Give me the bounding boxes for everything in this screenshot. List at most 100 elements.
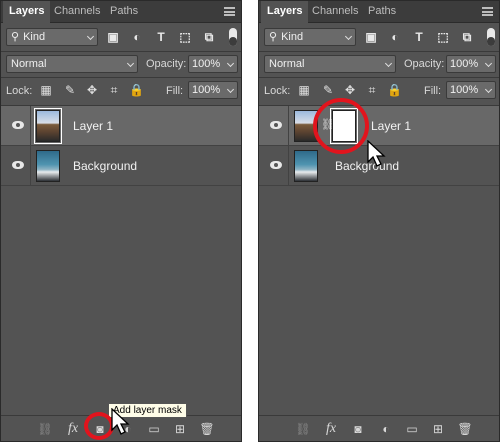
type-layer-filter-icon[interactable]: T (412, 30, 426, 44)
visibility-toggle[interactable] (1, 146, 31, 186)
filter-toggle-icon[interactable] (487, 28, 495, 46)
group-folder-icon[interactable]: ▭ (146, 421, 162, 437)
new-layer-icon[interactable]: ⊞ (430, 421, 446, 437)
divider (1, 77, 241, 78)
link-layers-icon[interactable]: ⛓ (295, 421, 311, 437)
search-icon: ⚲ (11, 31, 20, 43)
chevron-down-icon (484, 85, 493, 94)
adjustment-icon[interactable]: ◐ (378, 421, 394, 437)
lock-artboard-icon[interactable]: ⌗ (107, 83, 121, 97)
kind-label: Kind (281, 31, 304, 43)
visibility-toggle[interactable] (1, 106, 31, 146)
panel-tab-bar: Layers Channels Paths (259, 1, 499, 24)
fill-label: Fill: (166, 85, 184, 97)
lock-label: Lock: (6, 85, 33, 97)
chevron-down-icon (226, 85, 235, 94)
lock-position-icon[interactable]: ✥ (85, 83, 99, 97)
fx-icon[interactable]: fx (65, 421, 81, 437)
divider (1, 51, 241, 52)
smart-object-filter-icon[interactable]: ⧉ (460, 30, 474, 44)
panel-menu-icon[interactable] (224, 7, 235, 16)
fill-field[interactable]: 100% (446, 81, 496, 99)
opacity-value: 100% (192, 58, 221, 70)
link-layers-icon[interactable]: ⛓ (37, 421, 53, 437)
fill-field[interactable]: 100% (188, 81, 238, 99)
blend-row: Normal Opacity: 100% (1, 53, 241, 75)
filter-row: ⚲ Kind ▣ ◐ T ⬚ ⧉ (259, 25, 499, 49)
tab-paths[interactable]: Paths (104, 1, 144, 23)
blend-row: Normal Opacity: 100% (259, 53, 499, 75)
panel-menu-icon[interactable] (482, 7, 493, 16)
chevron-down-icon (126, 59, 135, 68)
eye-icon (12, 121, 24, 129)
filter-toggle-icon[interactable] (229, 28, 237, 46)
blend-mode-select[interactable]: Normal (6, 55, 138, 73)
chevron-down-icon (344, 32, 353, 41)
trash-icon[interactable]: 🗑 (457, 421, 473, 437)
chevron-down-icon (384, 59, 393, 68)
group-folder-icon[interactable]: ▭ (404, 421, 420, 437)
lock-image-pixels-icon[interactable]: ✎ (321, 83, 335, 97)
lock-transparent-pixels-icon[interactable]: ▦ (39, 83, 53, 97)
tab-channels[interactable]: Channels (48, 1, 106, 23)
lock-all-icon[interactable]: 🔒 (129, 83, 144, 97)
adjustment-layer-filter-icon[interactable]: ◐ (388, 30, 402, 44)
opacity-label: Opacity: (146, 58, 187, 70)
layer-name: Layer 1 (73, 119, 114, 133)
eye-icon (12, 161, 24, 169)
layer-name: Layer 1 (371, 119, 412, 133)
type-layer-filter-icon[interactable]: T (154, 30, 168, 44)
lock-image-pixels-icon[interactable]: ✎ (63, 83, 77, 97)
panel-tab-bar: Layers Channels Paths (1, 1, 241, 24)
opacity-field[interactable]: 100% (188, 55, 238, 73)
tab-channels[interactable]: Channels (306, 1, 364, 23)
opacity-label: Opacity: (404, 58, 445, 70)
chevron-down-icon (484, 59, 493, 68)
lock-position-icon[interactable]: ✥ (343, 83, 357, 97)
tab-layers[interactable]: Layers (3, 1, 51, 24)
opacity-field[interactable]: 100% (446, 55, 496, 73)
mouse-pointer-icon (367, 140, 386, 167)
fx-icon[interactable]: fx (323, 421, 339, 437)
filter-row: ⚲ Kind ▣ ◐ T ⬚ ⧉ (1, 25, 241, 49)
blend-mode-value: Normal (269, 58, 305, 70)
kind-filter-select[interactable]: ⚲ Kind (6, 28, 98, 46)
highlight-circle (313, 98, 369, 154)
layer-row-background[interactable]: Background (1, 146, 241, 186)
layer-thumbnail (36, 150, 60, 182)
kind-filter-select[interactable]: ⚲ Kind (264, 28, 356, 46)
fill-value: 100% (192, 84, 221, 96)
lock-row: Lock: ▦ ✎ ✥ ⌗ 🔒 Fill: 100% (1, 81, 241, 101)
visibility-toggle[interactable] (259, 106, 289, 146)
smart-object-filter-icon[interactable]: ⧉ (202, 30, 216, 44)
kind-label: Kind (23, 31, 46, 43)
eye-icon (270, 161, 282, 169)
layer-name: Background (73, 159, 138, 173)
fill-value: 100% (450, 84, 479, 96)
lock-all-icon[interactable]: 🔒 (387, 83, 402, 97)
tab-paths[interactable]: Paths (362, 1, 402, 23)
lock-artboard-icon[interactable]: ⌗ (365, 83, 379, 97)
layers-panel-after: Layers Channels Paths ⚲ Kind ▣ ◐ T ⬚ ⧉ No… (258, 0, 500, 442)
divider (259, 77, 499, 78)
layer-row-layer-1[interactable]: Layer 1 (1, 106, 241, 146)
eye-icon (270, 121, 282, 129)
layer-thumbnail (34, 108, 62, 144)
lock-row: Lock: ▦ ✎ ✥ ⌗ 🔒 Fill: 100% (259, 81, 499, 101)
blend-mode-select[interactable]: Normal (264, 55, 396, 73)
opacity-value: 100% (450, 58, 479, 70)
shape-layer-filter-icon[interactable]: ⬚ (178, 30, 192, 44)
visibility-toggle[interactable] (259, 146, 289, 186)
shape-layer-filter-icon[interactable]: ⬚ (436, 30, 450, 44)
trash-icon[interactable]: 🗑 (199, 421, 215, 437)
layers-panel-before: Layers Channels Paths ⚲ Kind ▣ ◐ T ⬚ ⧉ No… (0, 0, 242, 442)
new-layer-icon[interactable]: ⊞ (172, 421, 188, 437)
add-mask-icon[interactable]: ◙ (350, 421, 366, 437)
pixel-layer-filter-icon[interactable]: ▣ (106, 30, 120, 44)
tab-layers[interactable]: Layers (261, 1, 309, 24)
adjustment-layer-filter-icon[interactable]: ◐ (130, 30, 144, 44)
mouse-pointer-icon (111, 408, 130, 435)
pixel-layer-filter-icon[interactable]: ▣ (364, 30, 378, 44)
lock-transparent-pixels-icon[interactable]: ▦ (297, 83, 311, 97)
divider (259, 51, 499, 52)
